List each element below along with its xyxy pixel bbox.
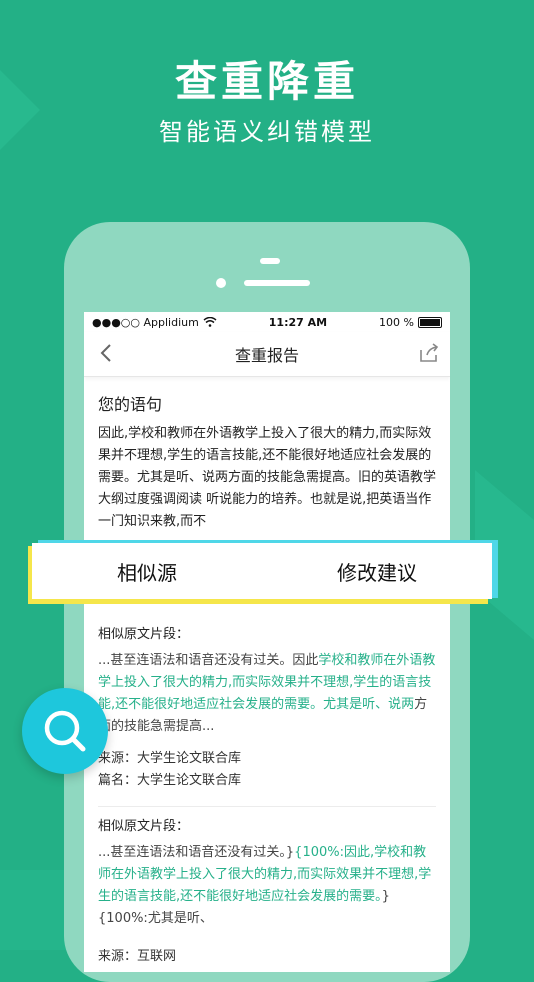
your-sentence-heading: 您的语句: [98, 395, 163, 414]
result-title: 篇名：大学生论文联合库: [98, 773, 242, 788]
phone-speaker: [260, 258, 280, 264]
hero-title: 查重降重: [174, 57, 359, 106]
wifi-icon: [203, 317, 217, 327]
result-source: 来源：互联网: [98, 949, 177, 964]
status-time: 11:27 AM: [268, 315, 328, 329]
result-meta: 来源：互联网: [98, 946, 436, 968]
nav-bar: 查重报告: [84, 332, 450, 377]
result-source: 来源：大学生论文联合库: [98, 751, 242, 766]
result-item: 相似原文片段： ...甚至连语法和语音还没有过关。因此学校和教师在外语教学上投入…: [98, 623, 436, 792]
result-divider: [98, 806, 436, 807]
battery-percent: 100 %: [379, 315, 414, 329]
your-sentence-text: 因此,学校和教师在外语教学上投入了很大的精力,而实际效果并不理想,学生的语言技能…: [98, 426, 437, 529]
tab-similar-source[interactable]: 相似源: [32, 557, 262, 586]
phone-earpiece: [244, 280, 310, 286]
hero-subtitle: 智能语义纠错模型: [159, 118, 375, 146]
carrier-label: ●●●○○ Applidium: [92, 315, 199, 329]
phone-camera-dot: [216, 278, 226, 288]
result-item: 相似原文片段： ...甚至连语法和语音还没有过关。}{100%:因此,学校和教师…: [98, 815, 436, 968]
search-button[interactable]: [22, 688, 108, 774]
tab-bar: 相似源 修改建议: [32, 543, 492, 599]
result-paragraph: ...甚至连语法和语音还没有过关。}{100%:因此,学校和教师在外语教学上投入…: [98, 842, 436, 930]
share-icon[interactable]: [418, 342, 440, 364]
chevron-left-icon[interactable]: [96, 342, 118, 364]
tab-suggestions[interactable]: 修改建议: [262, 557, 492, 586]
search-icon: [44, 710, 86, 752]
battery-icon: [418, 316, 442, 328]
status-bar: ●●●○○ Applidium 11:27 AM 100 %: [84, 312, 450, 332]
result-heading: 相似原文片段：: [98, 627, 190, 642]
result-meta: 来源：大学生论文联合库 篇名：大学生论文联合库: [98, 748, 436, 792]
result-prefix: ...甚至连语法和语音还没有过关。}: [98, 845, 295, 860]
result-paragraph: ...甚至连语法和语音还没有过关。因此学校和教师在外语教学上投入了很大的精力,而…: [98, 650, 436, 738]
report-content: 您的语句 因此,学校和教师在外语教学上投入了很大的精力,而实际效果并不理想,学生…: [84, 391, 450, 968]
page-title: 查重报告: [234, 346, 299, 365]
tab-bar-container: 相似源 修改建议: [28, 540, 498, 604]
result-prefix: ...甚至连语法和语音还没有过关。因此: [98, 653, 319, 668]
result-heading: 相似原文片段：: [98, 819, 190, 834]
phone-screen: ●●●○○ Applidium 11:27 AM 100 % 查重报告 您的语句…: [84, 312, 450, 972]
